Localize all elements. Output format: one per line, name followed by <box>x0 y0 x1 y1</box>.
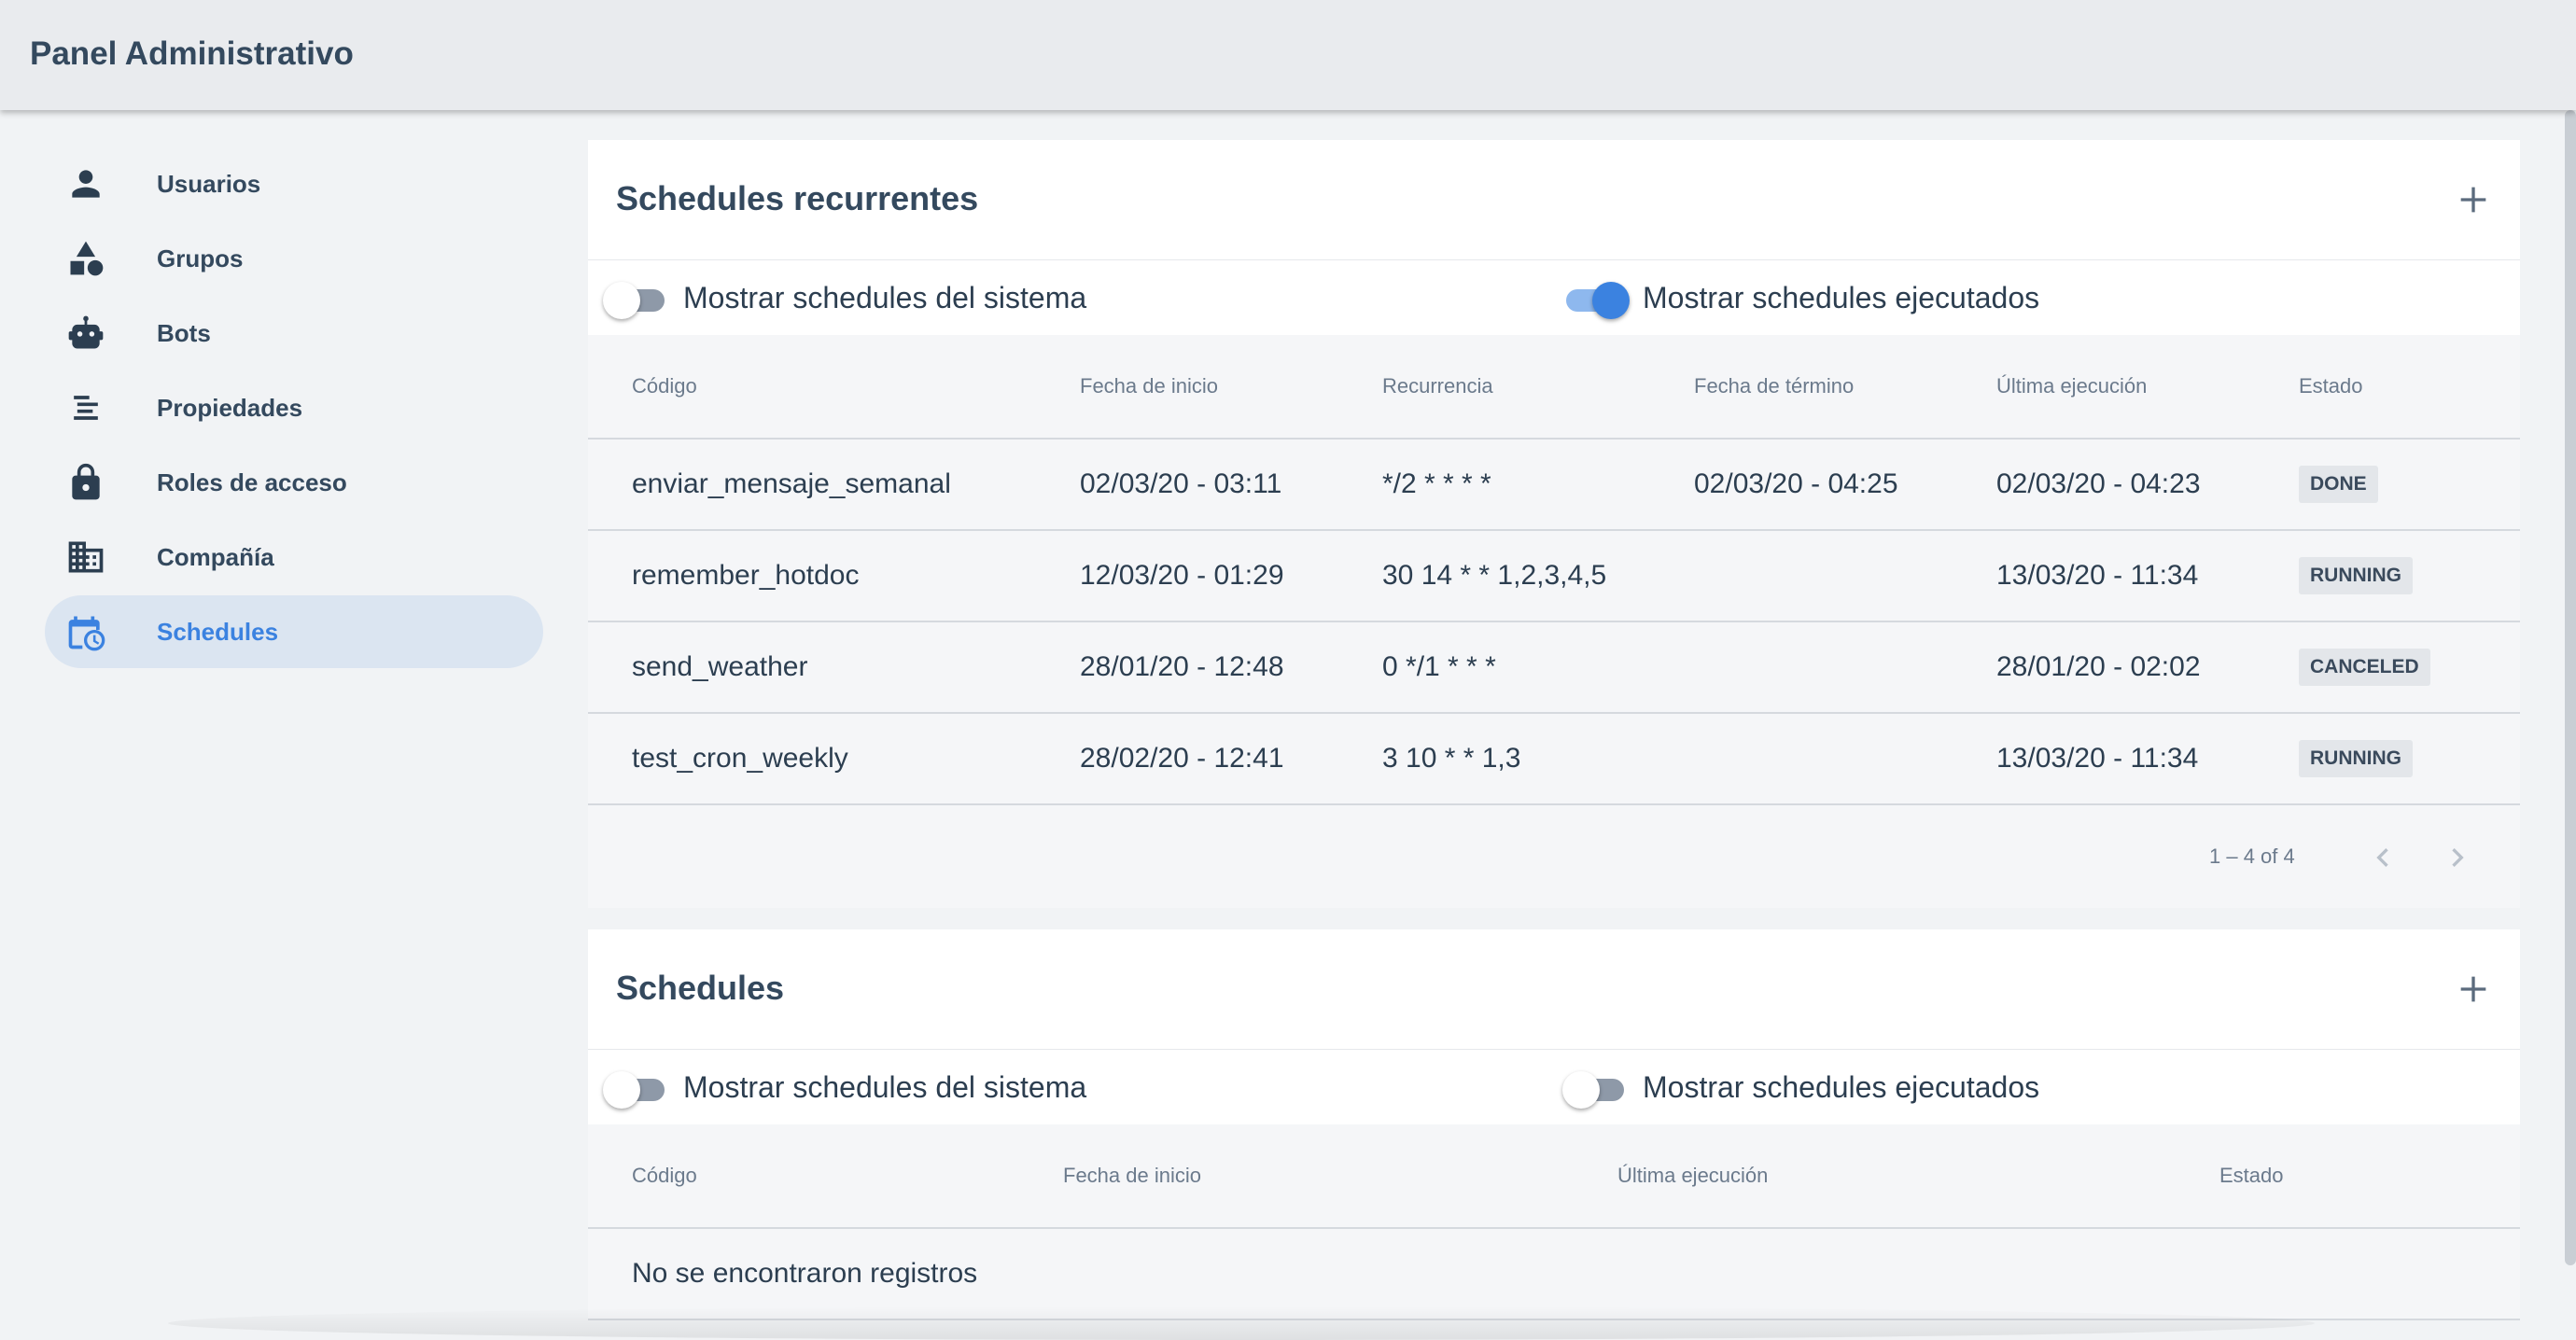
sidebar-item-roles[interactable]: Roles de acceso <box>45 446 543 519</box>
pagination: 1 – 4 of 4 <box>588 805 2520 908</box>
cell-end <box>1694 713 1996 805</box>
toggle-label: Mostrar schedules ejecutados <box>1643 1069 2040 1104</box>
add-icon[interactable] <box>2455 181 2492 218</box>
cell-code: send_weather <box>632 621 1080 714</box>
status-badge: CANCELED <box>2299 649 2430 686</box>
system-schedules-toggle-row: Mostrar schedules del sistema <box>603 260 1086 335</box>
empty-row: No se encontraron registros <box>588 1228 2520 1320</box>
card-header: Schedules <box>588 929 2520 1050</box>
cell-end <box>1694 621 1996 714</box>
bottom-shadow <box>168 1306 2315 1340</box>
sidebar-item-schedules[interactable]: Schedules <box>45 595 543 668</box>
pagination-range: 1 – 4 of 4 <box>2209 844 2295 868</box>
chevron-right-icon[interactable] <box>2439 839 2476 876</box>
cell-start: 02/03/20 - 03:11 <box>1080 439 1382 531</box>
card-header: Schedules recurrentes <box>588 140 2520 260</box>
executed-schedules-toggle[interactable] <box>1562 279 1630 319</box>
sidebar-item-usuarios[interactable]: Usuarios <box>45 147 543 220</box>
cell-last-run: 28/01/20 - 02:02 <box>1996 621 2299 714</box>
cell-start: 28/02/20 - 12:41 <box>1080 713 1382 805</box>
column-header[interactable]: Estado <box>2219 1124 2520 1229</box>
status-badge: RUNNING <box>2299 557 2413 594</box>
sidebar-item-bots[interactable]: Bots <box>45 297 543 370</box>
page-scrollbar[interactable] <box>2565 110 2576 1265</box>
empty-message: No se encontraron registros <box>632 1228 2520 1320</box>
system-schedules-toggle[interactable] <box>603 279 670 319</box>
executed-schedules-toggle-row: Mostrar schedules ejecutados <box>1562 260 2039 335</box>
table-header-row: Código Fecha de inicio Última ejecución … <box>588 1124 2520 1229</box>
add-icon[interactable] <box>2455 970 2492 1008</box>
table-header-row: Código Fecha de inicio Recurrencia Fecha… <box>588 335 2520 440</box>
cell-end <box>1694 530 1996 622</box>
toggle-label: Mostrar schedules ejecutados <box>1643 280 2040 314</box>
schedules-table: Código Fecha de inicio Última ejecución … <box>588 1124 2520 1320</box>
system-schedules-toggle[interactable] <box>603 1068 670 1109</box>
toggle-label: Mostrar schedules del sistema <box>683 280 1087 314</box>
sidebar: Usuarios Grupos Bots Propiedades Roles d… <box>45 147 543 670</box>
filter-toggles: Mostrar schedules del sistema Mostrar sc… <box>588 260 2520 335</box>
status-badge: DONE <box>2299 466 2378 503</box>
sidebar-item-grupos[interactable]: Grupos <box>45 222 543 295</box>
shapes-icon <box>65 238 106 279</box>
schedules-card: Schedules Mostrar schedules del sistema … <box>588 929 2520 1320</box>
sidebar-item-label: Compañía <box>157 543 274 571</box>
cell-last-run: 13/03/20 - 11:34 <box>1996 530 2299 622</box>
table-row[interactable]: enviar_mensaje_semanal 02/03/20 - 03:11 … <box>588 439 2520 531</box>
card-title: Schedules recurrentes <box>616 179 979 217</box>
lock-icon <box>65 462 106 503</box>
cell-last-run: 02/03/20 - 04:23 <box>1996 439 2299 531</box>
column-header[interactable]: Fecha de inicio <box>1063 1124 1617 1229</box>
cell-start: 12/03/20 - 01:29 <box>1080 530 1382 622</box>
column-header[interactable]: Estado <box>2299 335 2520 440</box>
card-title: Schedules <box>616 969 785 1007</box>
cell-last-run: 13/03/20 - 11:34 <box>1996 713 2299 805</box>
robot-icon <box>65 313 106 354</box>
cell-recurrence: */2 * * * * <box>1382 439 1694 531</box>
table-row[interactable]: remember_hotdoc 12/03/20 - 01:29 30 14 *… <box>588 530 2520 622</box>
properties-icon <box>65 387 106 428</box>
app-title: Panel Administrativo <box>30 35 354 72</box>
sidebar-item-label: Usuarios <box>157 170 261 198</box>
system-schedules-toggle-row: Mostrar schedules del sistema <box>603 1050 1086 1124</box>
table-row[interactable]: send_weather 28/01/20 - 12:48 0 */1 * * … <box>588 621 2520 714</box>
cell-end: 02/03/20 - 04:25 <box>1694 439 1996 531</box>
sidebar-item-label: Schedules <box>157 618 279 646</box>
toggle-label: Mostrar schedules del sistema <box>683 1069 1087 1104</box>
cell-code: test_cron_weekly <box>632 713 1080 805</box>
filter-toggles: Mostrar schedules del sistema Mostrar sc… <box>588 1050 2520 1124</box>
column-header[interactable]: Última ejecución <box>1996 335 2299 440</box>
executed-schedules-toggle-row: Mostrar schedules ejecutados <box>1562 1050 2039 1124</box>
cell-start: 28/01/20 - 12:48 <box>1080 621 1382 714</box>
column-header[interactable]: Fecha de inicio <box>1080 335 1382 440</box>
building-icon <box>65 537 106 578</box>
cell-recurrence: 0 */1 * * * <box>1382 621 1694 714</box>
sidebar-item-propiedades[interactable]: Propiedades <box>45 371 543 444</box>
column-header[interactable]: Última ejecución <box>1617 1124 2219 1229</box>
cell-code: enviar_mensaje_semanal <box>632 439 1080 531</box>
sidebar-item-label: Bots <box>157 319 211 347</box>
person-icon <box>65 163 106 204</box>
sidebar-item-compania[interactable]: Compañía <box>45 521 543 593</box>
app-bar: Panel Administrativo <box>0 0 2576 110</box>
table-row[interactable]: test_cron_weekly 28/02/20 - 12:41 3 10 *… <box>588 713 2520 805</box>
sidebar-item-label: Grupos <box>157 244 244 272</box>
column-header[interactable]: Código <box>632 1124 1063 1229</box>
column-header[interactable]: Fecha de término <box>1694 335 1996 440</box>
cell-code: remember_hotdoc <box>632 530 1080 622</box>
chevron-left-icon[interactable] <box>2364 839 2401 876</box>
status-badge: RUNNING <box>2299 740 2413 777</box>
column-header[interactable]: Código <box>632 335 1080 440</box>
recurring-schedules-table: Código Fecha de inicio Recurrencia Fecha… <box>588 335 2520 805</box>
calendar-clock-icon <box>65 611 106 652</box>
recurring-schedules-card: Schedules recurrentes Mostrar schedules … <box>588 140 2520 908</box>
cell-recurrence: 30 14 * * 1,2,3,4,5 <box>1382 530 1694 622</box>
column-header[interactable]: Recurrencia <box>1382 335 1694 440</box>
executed-schedules-toggle[interactable] <box>1562 1068 1630 1109</box>
sidebar-item-label: Propiedades <box>157 394 303 422</box>
sidebar-item-label: Roles de acceso <box>157 468 347 496</box>
cell-recurrence: 3 10 * * 1,3 <box>1382 713 1694 805</box>
